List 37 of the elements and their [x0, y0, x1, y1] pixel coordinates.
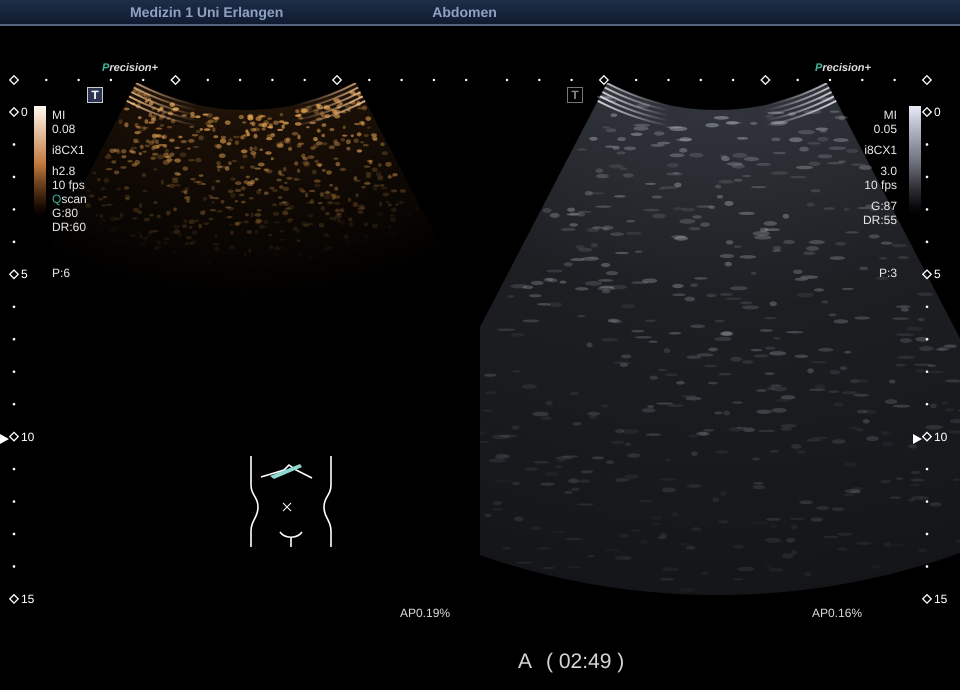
parameter-text: 3.0 — [880, 164, 897, 178]
clip-label: A — [518, 649, 532, 675]
parameter-text: 0.08 — [52, 122, 76, 136]
depth-label: 5 — [21, 267, 28, 282]
orientation-marker: T — [567, 87, 583, 103]
parameter-text: h2.8 — [52, 164, 76, 178]
depth-label: 10 — [21, 430, 34, 444]
depth-label: 5 — [934, 267, 941, 282]
depth-label: 15 — [21, 592, 34, 606]
parameter-text: 0.05 — [874, 122, 897, 136]
orientation-marker: T — [87, 87, 103, 103]
acoustic-power-text: AP0.16% — [812, 606, 862, 620]
parameter-text: DR:55 — [862, 213, 897, 227]
persistence-text: P:6 — [52, 266, 70, 280]
institution-text: Medizin 1 Uni Erlangen — [130, 2, 284, 22]
focus-marker-icon — [0, 434, 9, 444]
parameter-text: G:87 — [870, 199, 897, 213]
parameter-text: MI — [884, 108, 897, 122]
precision-logo: Precision+ — [815, 62, 871, 75]
focus-marker-icon — [913, 434, 922, 444]
parameter-text: i8CX1 — [864, 143, 897, 157]
depth-label: 10 — [934, 430, 948, 444]
parameter-text: MI — [52, 108, 66, 122]
exam-text: Abdomen — [432, 2, 497, 22]
depth-label: 15 — [934, 592, 948, 606]
parameter-text: 10 fps — [52, 178, 85, 192]
persistence-text: P:3 — [878, 266, 897, 280]
depth-label: 0 — [934, 105, 941, 119]
parameter-text: DR:60 — [52, 220, 86, 234]
clip-timer: ( 02:49 ) — [546, 649, 624, 675]
parameter-text: 10 fps — [864, 178, 897, 192]
depth-label: 0 — [21, 105, 28, 119]
precision-logo: Precision+ — [102, 62, 158, 75]
parameter-text: Qscan — [52, 192, 87, 206]
parameter-text: G:80 — [52, 206, 78, 220]
parameter-text: i8CX1 — [52, 143, 85, 157]
acoustic-power-text: AP0.19% — [400, 606, 450, 620]
